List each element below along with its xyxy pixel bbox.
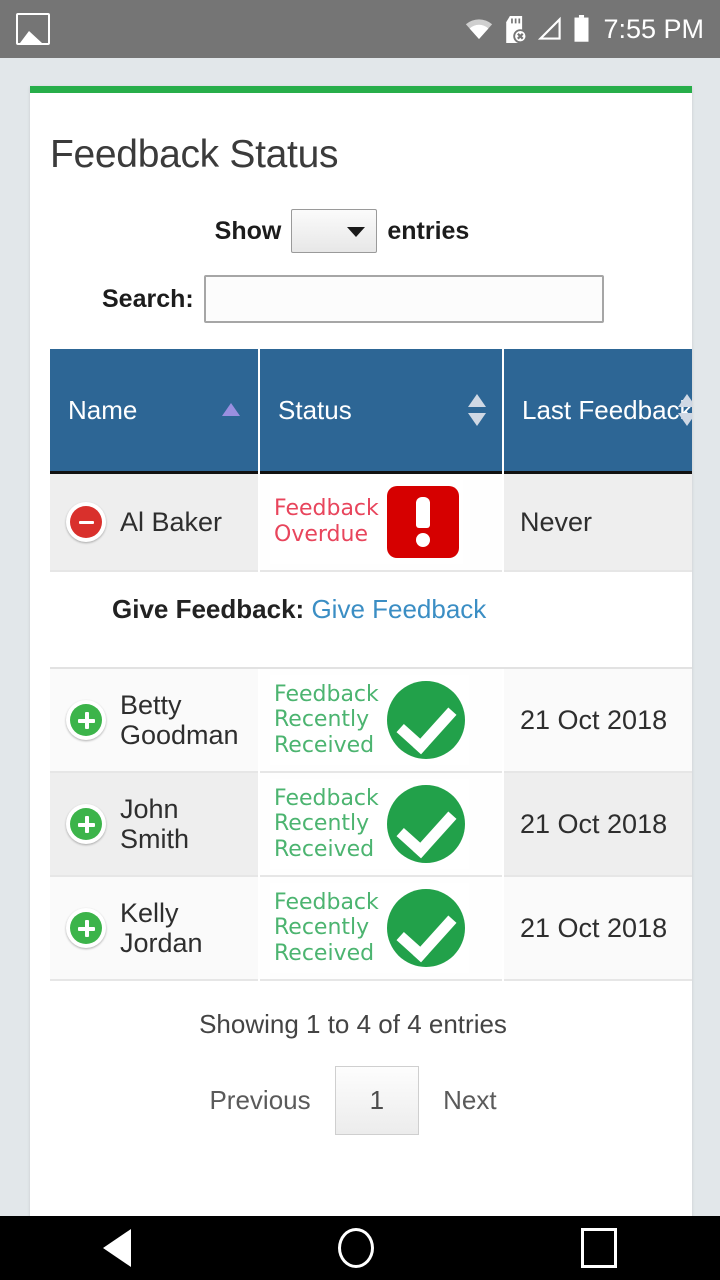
status-badge-label: Feedback Recently Received <box>274 682 379 759</box>
table-row[interactable]: John Smith Feedback Recently Received 21… <box>50 773 692 877</box>
phone-screen: 7:55 PM Feedback Status Show entries Sea… <box>0 0 720 1280</box>
exclamation-icon <box>386 486 459 558</box>
column-header-name-label: Name <box>68 394 138 425</box>
chevron-down-icon <box>347 227 366 237</box>
search-input[interactable] <box>203 275 604 323</box>
status-line-3: Received <box>274 732 375 758</box>
status-badge-overdue: Feedback Overdue <box>270 480 463 564</box>
sd-card-error-icon <box>506 15 528 43</box>
datatable-filter-control: Search: <box>30 275 692 323</box>
datatable-info: Showing 1 to 4 of 4 entries <box>199 1009 507 1039</box>
table-body: Al Baker Feedback Overdue Never Give Fee… <box>50 474 692 981</box>
status-line-2: Recently <box>274 915 370 941</box>
pagination-control: Previous 1 Next <box>30 1066 676 1135</box>
search-label: Search: <box>102 284 194 313</box>
column-header-status[interactable]: Status <box>260 349 502 474</box>
back-icon[interactable] <box>103 1229 132 1267</box>
row-expand-toggle[interactable] <box>66 804 106 844</box>
status-line-1: Feedback <box>274 681 379 707</box>
home-icon[interactable] <box>337 1228 374 1268</box>
page-1-button[interactable]: 1 <box>334 1066 420 1135</box>
page-title: Feedback Status <box>50 133 339 176</box>
status-line-1: Feedback <box>274 889 379 915</box>
status-line-2: Recently <box>274 707 370 733</box>
cell-name: John Smith <box>50 773 258 877</box>
android-status-bar: 7:55 PM <box>0 0 720 58</box>
cell-last-feedback: 21 Oct 2018 <box>504 669 692 773</box>
cell-status: Feedback Overdue <box>260 474 502 572</box>
cell-status: Feedback Recently Received <box>260 773 502 877</box>
row-expand-toggle[interactable] <box>66 700 106 740</box>
show-entries-label: Show entries <box>214 209 470 253</box>
entries-per-page-select[interactable] <box>291 209 378 253</box>
cell-name: Betty Goodman <box>50 669 258 773</box>
cell-last-feedback: 21 Oct 2018 <box>504 877 692 981</box>
row-name-label: Al Baker <box>120 506 223 537</box>
sort-both-icon <box>678 394 692 426</box>
next-page-button[interactable]: Next <box>419 1066 520 1135</box>
table-row[interactable]: Kelly Jordan Feedback Recently Received <box>50 877 692 981</box>
table-row[interactable]: Betty Goodman Feedback Recently Received <box>50 669 692 773</box>
status-badge-received: Feedback Recently Received <box>270 779 469 869</box>
signal-icon <box>538 16 562 40</box>
column-header-last-feedback-label: Last Feedback <box>522 394 692 425</box>
status-line-3: Received <box>274 836 375 862</box>
show-label: Show <box>214 216 282 245</box>
row-collapse-toggle[interactable] <box>66 502 106 542</box>
check-circle-icon <box>386 785 465 863</box>
check-circle-icon <box>386 889 465 967</box>
minus-circle-icon <box>70 506 102 538</box>
cell-name: Al Baker <box>50 474 258 572</box>
status-badge-label: Feedback Recently Received <box>274 786 379 863</box>
feedback-status-table: Name Status Last Feedback Al Baker Feedb… <box>48 349 692 981</box>
wifi-icon <box>466 19 493 39</box>
status-bar-clock: 7:55 PM <box>603 13 704 44</box>
photo-icon <box>16 13 50 45</box>
status-badge-received: Feedback Recently Received <box>270 883 469 973</box>
status-bar-left <box>16 13 50 45</box>
cell-status: Feedback Recently Received <box>260 669 502 773</box>
row-expand-toggle[interactable] <box>66 908 106 948</box>
status-line-2: Overdue <box>274 522 368 547</box>
status-line-3: Received <box>274 940 375 966</box>
row-name-label: Betty Goodman <box>120 689 239 750</box>
column-header-name[interactable]: Name <box>50 349 258 474</box>
feedback-status-card: Feedback Status Show entries Search: Nam… <box>30 86 692 1220</box>
sort-both-icon <box>468 394 486 426</box>
status-line-1: Feedback <box>274 785 379 811</box>
check-circle-icon <box>386 681 465 759</box>
row-detail-panel: Give Feedback: Give Feedback <box>50 572 692 669</box>
status-badge-label: Feedback Overdue <box>274 496 379 547</box>
android-navigation-bar <box>0 1216 720 1280</box>
row-detail-content: Give Feedback: Give Feedback <box>50 572 692 669</box>
column-header-status-label: Status <box>278 394 352 425</box>
give-feedback-link[interactable]: Give Feedback <box>311 594 486 624</box>
cell-name: Kelly Jordan <box>50 877 258 981</box>
plus-circle-icon <box>70 912 102 944</box>
status-bar-right: 7:55 PM <box>464 14 704 45</box>
row-name-label: John Smith <box>120 793 190 854</box>
plus-circle-icon <box>70 704 102 736</box>
cell-last-feedback: 21 Oct 2018 <box>504 773 692 877</box>
give-feedback-label: Give Feedback: <box>112 594 305 624</box>
datatable-length-control: Show entries <box>30 209 692 253</box>
previous-page-button[interactable]: Previous <box>185 1066 334 1135</box>
table-row[interactable]: Al Baker Feedback Overdue Never <box>50 474 692 572</box>
plus-circle-icon <box>70 808 102 840</box>
sort-ascending-icon <box>222 403 240 416</box>
status-badge-label: Feedback Recently Received <box>274 890 379 967</box>
entries-label: entries <box>387 216 470 245</box>
table-header-row: Name Status Last Feedback <box>50 349 692 474</box>
recents-icon[interactable] <box>580 1228 617 1268</box>
cell-last-feedback: Never <box>504 474 692 572</box>
status-badge-received: Feedback Recently Received <box>270 675 469 765</box>
column-header-last-feedback[interactable]: Last Feedback <box>504 349 692 474</box>
status-line-1: Feedback <box>274 496 379 522</box>
cell-status: Feedback Recently Received <box>260 877 502 981</box>
datatable-scroll-container: Name Status Last Feedback Al Baker Feedb… <box>30 349 692 981</box>
battery-icon <box>574 15 589 42</box>
status-line-2: Recently <box>274 811 370 837</box>
row-name-label: Kelly Jordan <box>120 897 203 958</box>
